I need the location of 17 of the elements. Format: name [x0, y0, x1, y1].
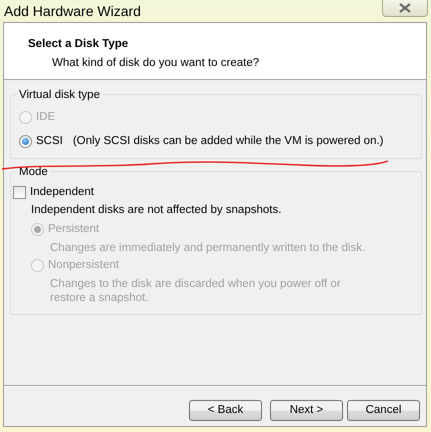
wizard-button[interactable]: < Back	[189, 400, 262, 421]
radio-label[interactable]: SCSI	[36, 132, 63, 150]
note-text: (Only SCSI disks can be added while the VM is powered on.)	[72, 134, 384, 149]
close-icon	[399, 3, 411, 13]
group-label: Virtual disk type	[17, 88, 102, 102]
wizard-button[interactable]: Next >	[270, 400, 343, 421]
description-text: Changes are immediately and permanently written to the disk.	[49, 240, 366, 255]
checkbox[interactable]	[13, 186, 26, 199]
window-title: Add Hardware Wizard	[4, 2, 141, 20]
radio-button[interactable]	[19, 134, 32, 148]
wizard-button[interactable]: Cancel	[347, 400, 420, 421]
description-text: Changes to the disk are discarded when you power off or restore a snapshot.	[49, 276, 342, 305]
description-text: Independent disks are not affected by snapshots.	[30, 202, 282, 218]
header-title: Select a Disk Type	[28, 37, 130, 52]
header-subtitle: What kind of disk do you want to create?	[51, 56, 260, 72]
close-button[interactable]	[382, 0, 428, 17]
checkbox-label[interactable]: Independent	[30, 184, 94, 202]
